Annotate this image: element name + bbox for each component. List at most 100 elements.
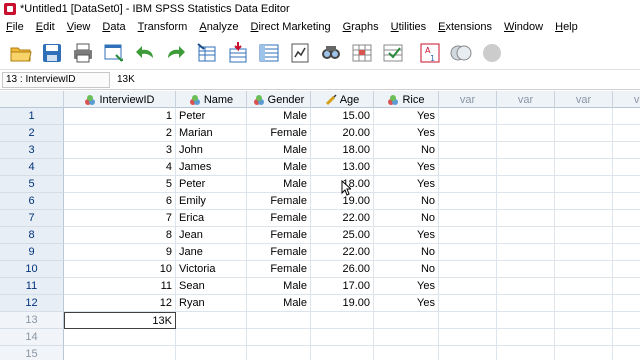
cell-empty[interactable]	[497, 295, 555, 312]
menu-file[interactable]: File	[0, 21, 30, 33]
cell-empty[interactable]	[555, 108, 613, 125]
cell-age[interactable]: 22.00	[311, 244, 374, 261]
cell-id[interactable]: 13K	[64, 312, 176, 329]
cell-name[interactable]	[176, 312, 247, 329]
row-number[interactable]: 4	[0, 159, 64, 176]
cell-empty[interactable]	[555, 210, 613, 227]
row-number[interactable]: 12	[0, 295, 64, 312]
cell-empty[interactable]	[555, 159, 613, 176]
cell-empty[interactable]	[613, 346, 640, 360]
cell-rice[interactable]: Yes	[374, 227, 439, 244]
cell-id[interactable]: 4	[64, 159, 176, 176]
cell-name[interactable]: Erica	[176, 210, 247, 227]
cell-name[interactable]: Jean	[176, 227, 247, 244]
cell-name[interactable]: James	[176, 159, 247, 176]
row-number[interactable]: 1	[0, 108, 64, 125]
cell-gender[interactable]: Female	[247, 210, 311, 227]
cell-age[interactable]: 17.00	[311, 278, 374, 295]
redo-icon[interactable]	[163, 40, 189, 66]
cell-id[interactable]: 8	[64, 227, 176, 244]
cell-empty[interactable]	[613, 176, 640, 193]
cell-empty[interactable]	[497, 108, 555, 125]
cell-age[interactable]: 15.00	[311, 108, 374, 125]
cell-gender[interactable]	[247, 329, 311, 346]
cell-empty[interactable]	[439, 142, 497, 159]
cell-empty[interactable]	[555, 261, 613, 278]
undo-icon[interactable]	[132, 40, 158, 66]
cell-gender[interactable]: Male	[247, 142, 311, 159]
cell-empty[interactable]	[613, 329, 640, 346]
cell-gender[interactable]: Female	[247, 244, 311, 261]
cell-empty[interactable]	[555, 125, 613, 142]
menu-window[interactable]: Window	[498, 21, 549, 33]
cell-gender[interactable]: Male	[247, 108, 311, 125]
cell-empty[interactable]	[613, 261, 640, 278]
cell-id[interactable]	[64, 346, 176, 360]
cell-empty[interactable]	[439, 295, 497, 312]
cell-empty[interactable]	[497, 193, 555, 210]
cell-name[interactable]: Victoria	[176, 261, 247, 278]
cell-age[interactable]	[311, 346, 374, 360]
cell-empty[interactable]	[613, 142, 640, 159]
cell-id[interactable]: 11	[64, 278, 176, 295]
row-number[interactable]: 14	[0, 329, 64, 346]
cell-gender[interactable]	[247, 312, 311, 329]
cell-age[interactable]	[311, 329, 374, 346]
row-number[interactable]: 15	[0, 346, 64, 360]
cell-age[interactable]: 20.00	[311, 125, 374, 142]
cell-empty[interactable]	[613, 193, 640, 210]
cell-empty[interactable]	[439, 278, 497, 295]
row-number[interactable]: 2	[0, 125, 64, 142]
cell-rice[interactable]: Yes	[374, 295, 439, 312]
save-icon[interactable]	[39, 40, 65, 66]
cell-age[interactable]: 26.00	[311, 261, 374, 278]
row-number[interactable]: 10	[0, 261, 64, 278]
menu-transform[interactable]: Transform	[132, 21, 194, 33]
menu-graphs[interactable]: Graphs	[337, 21, 385, 33]
dialog-recall-icon[interactable]	[101, 40, 127, 66]
row-number[interactable]: 9	[0, 244, 64, 261]
cell-rice[interactable]: No	[374, 193, 439, 210]
column-header-var[interactable]: var	[497, 91, 555, 108]
column-header-var[interactable]: var	[555, 91, 613, 108]
cell-empty[interactable]	[439, 244, 497, 261]
row-number[interactable]: 6	[0, 193, 64, 210]
cell-empty[interactable]	[613, 295, 640, 312]
cell-empty[interactable]	[555, 176, 613, 193]
menu-edit[interactable]: Edit	[30, 21, 61, 33]
cell-rice[interactable]: No	[374, 244, 439, 261]
cell-empty[interactable]	[555, 278, 613, 295]
cell-empty[interactable]	[613, 210, 640, 227]
cell-id[interactable]	[64, 329, 176, 346]
cell-empty[interactable]	[497, 244, 555, 261]
menu-direct-marketing[interactable]: Direct Marketing	[244, 21, 336, 33]
cell-rice[interactable]: Yes	[374, 176, 439, 193]
row-number[interactable]: 3	[0, 142, 64, 159]
row-number[interactable]: 7	[0, 210, 64, 227]
menu-help[interactable]: Help	[549, 21, 584, 33]
cell-empty[interactable]	[439, 312, 497, 329]
column-header-name[interactable]: Name	[176, 91, 247, 108]
cell-empty[interactable]	[439, 210, 497, 227]
cell-empty[interactable]	[497, 210, 555, 227]
cell-id[interactable]: 2	[64, 125, 176, 142]
cell-rice[interactable]: Yes	[374, 278, 439, 295]
column-header-interviewid[interactable]: InterviewID	[64, 91, 176, 108]
insert-cases-icon[interactable]	[349, 40, 375, 66]
cell-empty[interactable]	[439, 125, 497, 142]
cell-empty[interactable]	[613, 312, 640, 329]
menu-utilities[interactable]: Utilities	[385, 21, 432, 33]
grid-corner[interactable]	[0, 91, 64, 108]
cell-rice[interactable]: Yes	[374, 159, 439, 176]
cell-id[interactable]: 7	[64, 210, 176, 227]
cell-name[interactable]	[176, 329, 247, 346]
cell-gender[interactable]: Female	[247, 193, 311, 210]
cell-empty[interactable]	[439, 346, 497, 360]
cell-gender[interactable]: Male	[247, 278, 311, 295]
cell-empty[interactable]	[613, 159, 640, 176]
cell-rice[interactable]: No	[374, 142, 439, 159]
cell-empty[interactable]	[613, 125, 640, 142]
column-header-age[interactable]: Age	[311, 91, 374, 108]
cell-name[interactable]: John	[176, 142, 247, 159]
menu-analyze[interactable]: Analyze	[193, 21, 244, 33]
